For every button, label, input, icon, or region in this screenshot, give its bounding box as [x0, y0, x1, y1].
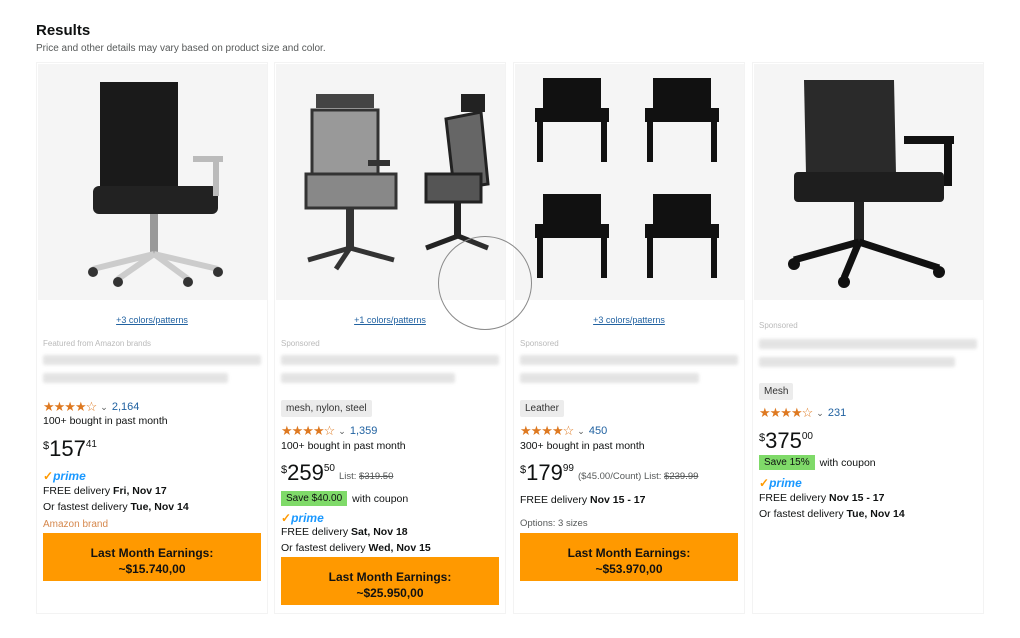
prime-check-icon: ✓ [43, 469, 54, 483]
price[interactable]: $ 179 99 ($45.00/Count) List: $239.99 [520, 461, 698, 485]
earnings-button[interactable]: Last Month Earnings: ~$15.740,00 [43, 533, 261, 581]
sponsored-label: Sponsored [520, 339, 559, 348]
star-rating-icon: ★★★★☆ [520, 423, 574, 438]
featured-label: Featured from Amazon brands [43, 339, 152, 348]
cursor-ring-indicator [438, 236, 532, 330]
bought-in-past-month: 100+ bought in past month [43, 415, 168, 427]
rating-count[interactable]: 450 [589, 425, 607, 437]
colors-patterns-link[interactable]: +3 colors/patterns [514, 315, 744, 325]
coupon[interactable]: Save 15% with coupon [759, 455, 876, 470]
chevron-down-icon[interactable]: ⌄ [100, 402, 108, 413]
prime-badge: ✓prime [759, 476, 802, 490]
prime-badge: ✓prime [281, 511, 324, 525]
rating-count[interactable]: 1,359 [350, 425, 378, 437]
product-card[interactable]: +3 colors/patterns Featured from Amazon … [36, 62, 268, 614]
list-price: List: $319.50 [338, 471, 394, 482]
chevron-down-icon[interactable]: ⌄ [577, 426, 585, 437]
product-card[interactable]: +3 colors/patterns Sponsored Leather ★★★… [513, 62, 745, 614]
chevron-down-icon[interactable]: ⌄ [816, 408, 824, 419]
star-rating-icon: ★★★★☆ [759, 405, 813, 420]
task-chair-image[interactable] [754, 64, 983, 300]
rating-count[interactable]: 231 [828, 407, 846, 419]
sponsored-label: Sponsored [759, 321, 798, 330]
delivery-info: FREE delivery Nov 15 - 17 [520, 494, 646, 506]
prime-check-icon: ✓ [759, 476, 770, 490]
bought-in-past-month: 300+ bought in past month [520, 440, 645, 452]
star-rating-icon: ★★★★☆ [281, 423, 335, 438]
delivery-info: FREE delivery Sat, Nov 18 [281, 526, 408, 538]
size-options[interactable]: Options: 3 sizes [520, 518, 588, 529]
delivery-info: FREE delivery Nov 15 - 17 [759, 492, 885, 504]
colors-patterns-link[interactable]: +3 colors/patterns [37, 315, 267, 325]
price[interactable]: $ 157 41 [43, 437, 97, 461]
rating-count[interactable]: 2,164 [112, 401, 140, 413]
product-card[interactable]: +1 colors/patterns Sponsored mesh, nylon… [274, 62, 506, 614]
sponsored-label: Sponsored [281, 339, 320, 348]
product-title[interactable] [43, 355, 261, 395]
rating-row[interactable]: ★★★★☆ ⌄ 2,164 [43, 399, 139, 415]
coupon[interactable]: Save $40.00 with coupon [281, 491, 408, 506]
fastest-delivery-info: Or fastest delivery Tue, Nov 14 [43, 501, 189, 513]
fastest-delivery-info: Or fastest delivery Tue, Nov 14 [759, 508, 905, 520]
star-rating-icon: ★★★★☆ [43, 399, 97, 414]
product-title[interactable] [520, 355, 738, 395]
prime-badge: ✓prime [43, 469, 86, 483]
earnings-button[interactable]: Last Month Earnings: ~$25.950,00 [281, 557, 499, 605]
bought-in-past-month: 100+ bought in past month [281, 440, 406, 452]
product-card[interactable]: Sponsored Mesh ★★★★☆ ⌄ 231 $ 375 00 Save… [752, 62, 984, 614]
fastest-delivery-info: Or fastest delivery Wed, Nov 15 [281, 542, 431, 554]
four-chairs-image[interactable] [515, 64, 744, 300]
material-tag: Mesh [759, 383, 794, 400]
rating-row[interactable]: ★★★★☆ ⌄ 231 [759, 405, 846, 421]
results-title: Results [36, 22, 91, 39]
results-header: Results Price and other details may vary… [36, 22, 326, 54]
results-subtitle: Price and other details may vary based o… [36, 43, 326, 54]
coupon-badge[interactable]: Save 15% [759, 455, 815, 470]
product-title[interactable] [281, 355, 499, 395]
brand-note: Amazon brand [43, 519, 109, 530]
chevron-down-icon[interactable]: ⌄ [338, 426, 346, 437]
material-tag: Leather [520, 400, 564, 417]
price[interactable]: $ 259 50 List: $319.50 [281, 461, 393, 485]
delivery-info: FREE delivery Fri, Nov 17 [43, 485, 167, 497]
rating-row[interactable]: ★★★★☆ ⌄ 450 [520, 423, 607, 439]
rating-row[interactable]: ★★★★☆ ⌄ 1,359 [281, 423, 377, 439]
product-grid: +3 colors/patterns Featured from Amazon … [36, 62, 984, 618]
price[interactable]: $ 375 00 [759, 429, 813, 453]
coupon-badge[interactable]: Save $40.00 [281, 491, 348, 506]
material-tag: mesh, nylon, steel [281, 400, 372, 417]
unit-and-list-price: ($45.00/Count) List: $239.99 [577, 471, 699, 482]
office-chair-image[interactable] [38, 64, 267, 300]
earnings-button[interactable]: Last Month Earnings: ~$53.970,00 [520, 533, 738, 581]
product-title[interactable] [759, 339, 977, 379]
prime-check-icon: ✓ [281, 511, 292, 525]
